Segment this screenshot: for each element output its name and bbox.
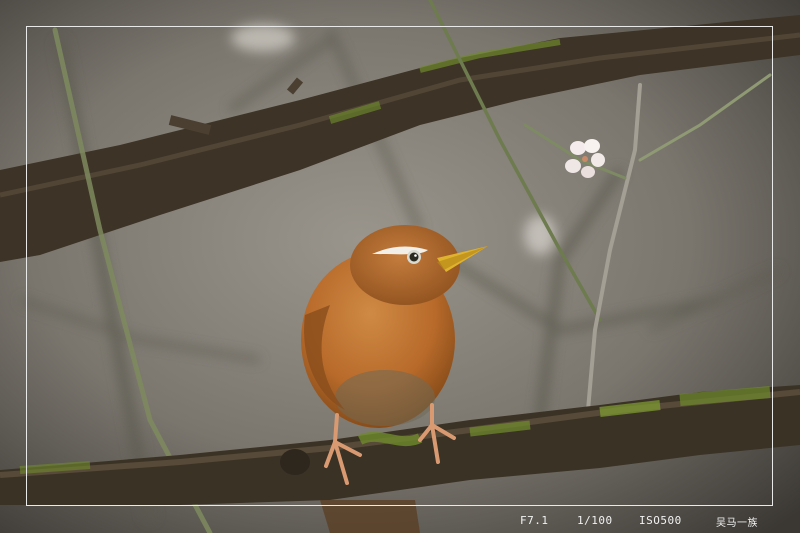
exif-iso: ISO500 — [639, 514, 682, 527]
bird-photo — [0, 0, 800, 533]
exif-aperture: F7.1 — [520, 514, 549, 527]
photographer-signature: 吴马一族 — [716, 518, 758, 529]
exif-shutter-speed: 1/100 — [577, 514, 613, 527]
